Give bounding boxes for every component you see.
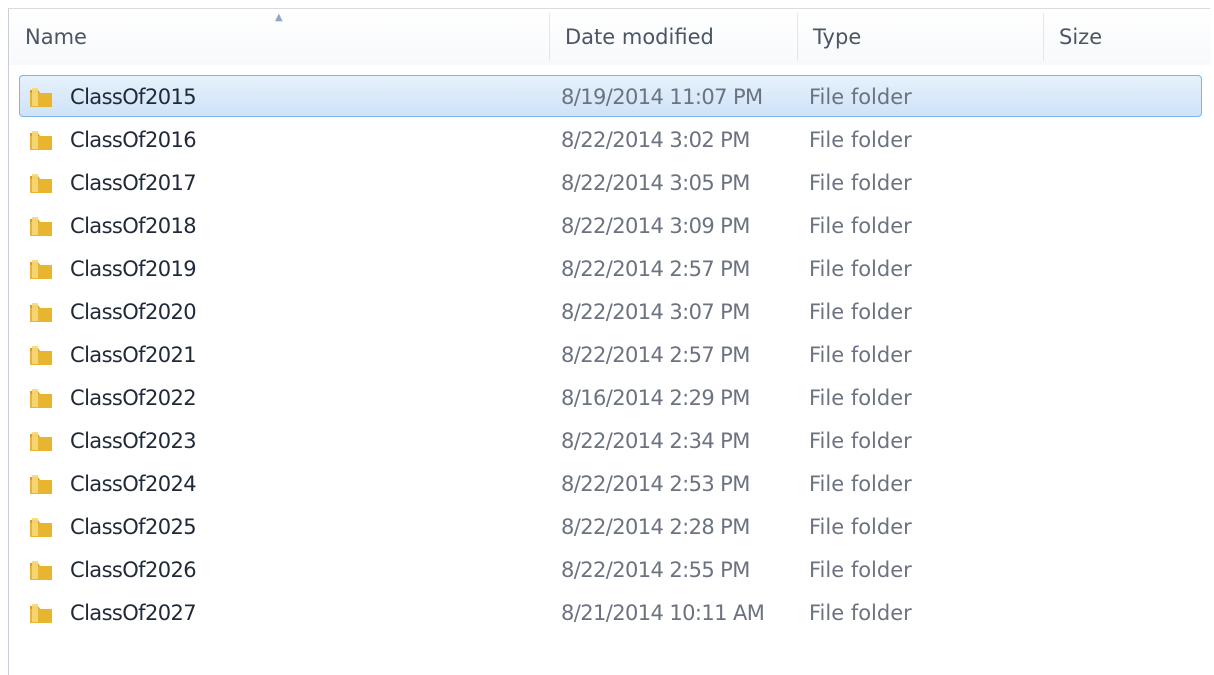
file-row[interactable]: ClassOf2021 8/22/2014 2:57 PM File folder (19, 333, 1202, 375)
file-date-modified: 8/16/2014 2:29 PM (561, 386, 750, 410)
folder-icon (30, 604, 52, 623)
file-name: ClassOf2027 (70, 601, 197, 625)
file-date-modified: 8/22/2014 2:28 PM (561, 515, 750, 539)
file-type: File folder (809, 472, 912, 496)
file-name: ClassOf2016 (70, 128, 197, 152)
folder-icon (30, 88, 52, 107)
folder-icon (30, 561, 52, 580)
file-name: ClassOf2021 (70, 343, 197, 367)
file-type: File folder (809, 515, 912, 539)
column-header-type[interactable]: Type (797, 9, 1043, 65)
file-type: File folder (809, 257, 912, 281)
column-header-date-modified[interactable]: Date modified (549, 9, 797, 65)
folder-icon (30, 475, 52, 494)
file-date-modified: 8/22/2014 2:55 PM (561, 558, 750, 582)
folder-icon (30, 131, 52, 150)
file-row[interactable]: ClassOf2017 8/22/2014 3:05 PM File folder (19, 161, 1202, 203)
file-type: File folder (809, 171, 912, 195)
file-type: File folder (809, 85, 912, 109)
file-name: ClassOf2015 (70, 85, 197, 109)
folder-icon (30, 518, 52, 537)
file-type: File folder (809, 558, 912, 582)
file-row[interactable]: ClassOf2026 8/22/2014 2:55 PM File folder (19, 548, 1202, 590)
file-type: File folder (809, 300, 912, 324)
file-row[interactable]: ClassOf2015 8/19/2014 11:07 PM File folder (19, 75, 1202, 117)
file-name: ClassOf2026 (70, 558, 197, 582)
file-date-modified: 8/22/2014 3:09 PM (561, 214, 750, 238)
column-header-size[interactable]: Size (1043, 9, 1211, 65)
file-row[interactable]: ClassOf2016 8/22/2014 3:02 PM File folder (19, 118, 1202, 160)
file-name: ClassOf2020 (70, 300, 197, 324)
sort-ascending-icon: ▲ (275, 12, 283, 23)
file-name: ClassOf2025 (70, 515, 197, 539)
file-type: File folder (809, 343, 912, 367)
column-header-bar: Name ▲ Date modified Type Size (9, 9, 1211, 65)
file-row[interactable]: ClassOf2025 8/22/2014 2:28 PM File folder (19, 505, 1202, 547)
file-type: File folder (809, 429, 912, 453)
file-row[interactable]: ClassOf2024 8/22/2014 2:53 PM File folder (19, 462, 1202, 504)
file-row[interactable]: ClassOf2022 8/16/2014 2:29 PM File folder (19, 376, 1202, 418)
folder-icon (30, 389, 52, 408)
folder-icon (30, 432, 52, 451)
file-date-modified: 8/22/2014 2:57 PM (561, 257, 750, 281)
file-row[interactable]: ClassOf2023 8/22/2014 2:34 PM File folder (19, 419, 1202, 461)
file-type: File folder (809, 128, 912, 152)
file-name: ClassOf2017 (70, 171, 197, 195)
file-date-modified: 8/22/2014 3:07 PM (561, 300, 750, 324)
file-name: ClassOf2023 (70, 429, 197, 453)
file-date-modified: 8/22/2014 2:57 PM (561, 343, 750, 367)
file-type: File folder (809, 214, 912, 238)
file-name: ClassOf2018 (70, 214, 197, 238)
file-row[interactable]: ClassOf2019 8/22/2014 2:57 PM File folder (19, 247, 1202, 289)
file-date-modified: 8/22/2014 3:05 PM (561, 171, 750, 195)
file-date-modified: 8/22/2014 2:34 PM (561, 429, 750, 453)
file-name: ClassOf2022 (70, 386, 197, 410)
file-date-modified: 8/19/2014 11:07 PM (561, 85, 763, 109)
folder-icon (30, 174, 52, 193)
file-date-modified: 8/22/2014 2:53 PM (561, 472, 750, 496)
folder-icon (30, 303, 52, 322)
file-list-view: Name ▲ Date modified Type Size ClassOf20… (8, 8, 1211, 675)
folder-icon (30, 217, 52, 236)
file-name: ClassOf2024 (70, 472, 197, 496)
file-name: ClassOf2019 (70, 257, 197, 281)
file-row[interactable]: ClassOf2018 8/22/2014 3:09 PM File folder (19, 204, 1202, 246)
file-date-modified: 8/22/2014 3:02 PM (561, 128, 750, 152)
file-date-modified: 8/21/2014 10:11 AM (561, 601, 765, 625)
folder-icon (30, 260, 52, 279)
file-row[interactable]: ClassOf2027 8/21/2014 10:11 AM File folder (19, 591, 1202, 633)
folder-icon (30, 346, 52, 365)
file-row[interactable]: ClassOf2020 8/22/2014 3:07 PM File folder (19, 290, 1202, 332)
file-type: File folder (809, 386, 912, 410)
file-type: File folder (809, 601, 912, 625)
